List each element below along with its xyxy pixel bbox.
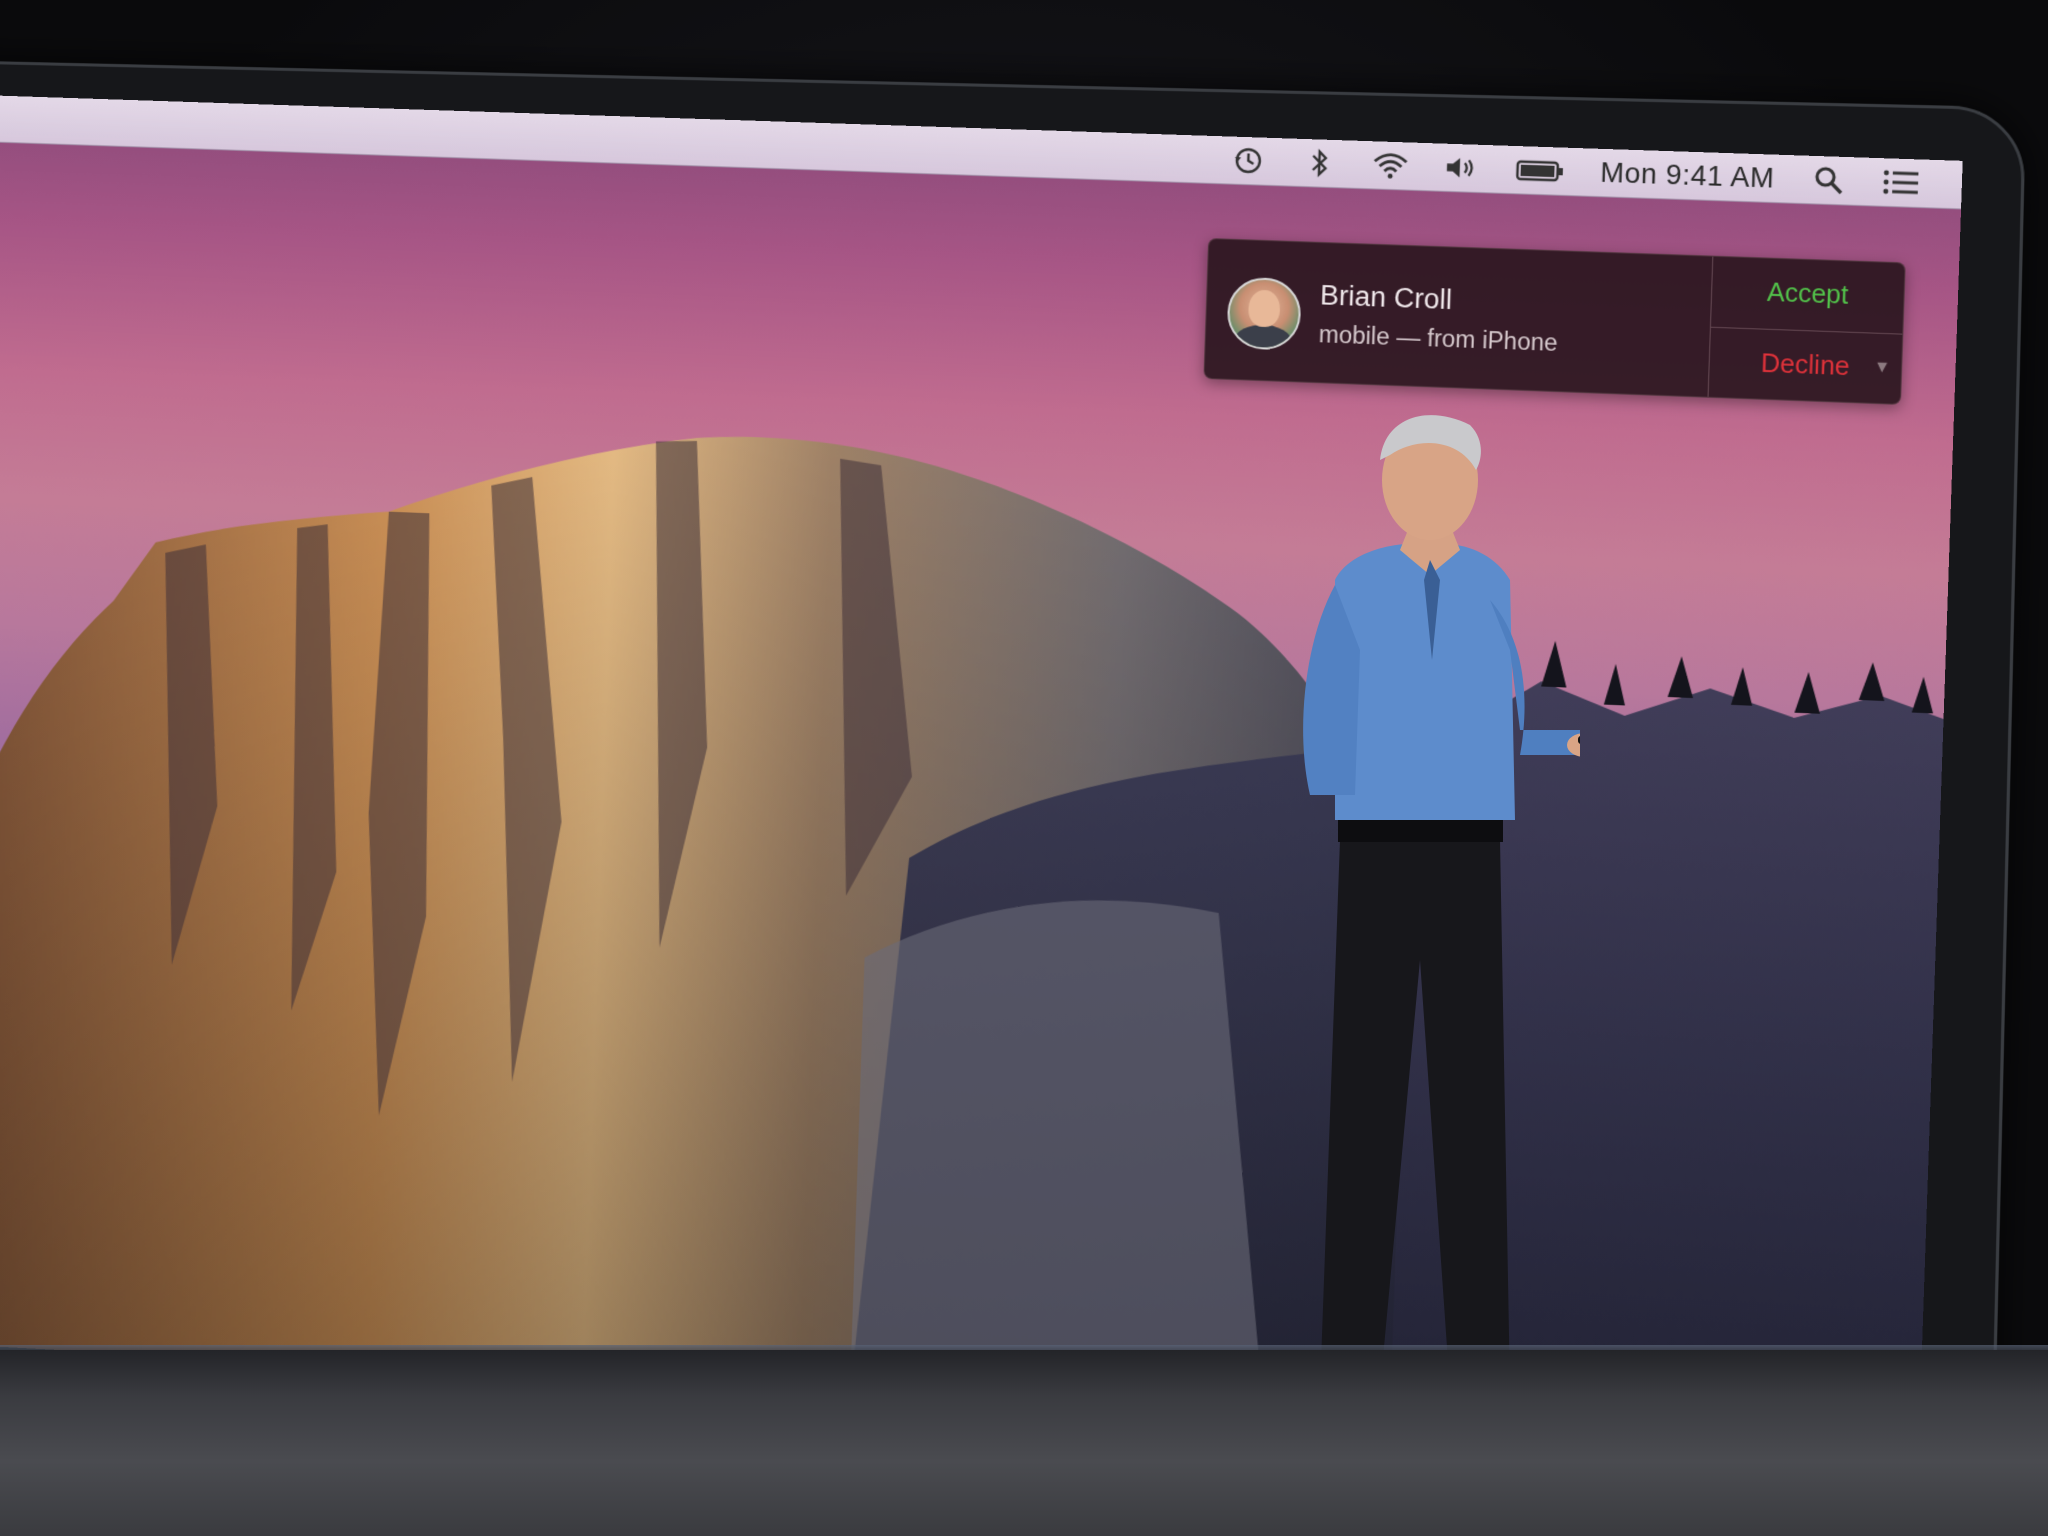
notification-body[interactable]: Brian Croll mobile — from iPhone [1204,239,1712,397]
decline-call-button[interactable]: Decline ▼ [1709,327,1903,404]
presentation-stage: Mon 9:41 AM Brian Croll mobile — from iP… [0,0,2048,1536]
volume-icon[interactable] [1444,150,1481,186]
decline-label: Decline [1760,348,1851,382]
mac-desktop-screen: Mon 9:41 AM Brian Croll mobile — from iP… [0,95,1963,1453]
presenter-figure [1303,415,1580,1414]
time-machine-icon[interactable] [1230,143,1267,179]
wifi-icon[interactable] [1373,147,1410,183]
battery-icon[interactable] [1515,152,1565,189]
notification-actions: Accept Decline ▼ [1707,256,1905,404]
caller-avatar [1226,276,1302,351]
caller-detail: mobile — from iPhone [1318,320,1559,357]
bluetooth-icon[interactable] [1301,145,1338,181]
caller-name: Brian Croll [1319,279,1453,316]
notification-center-icon[interactable] [1882,164,1919,200]
incoming-call-notification[interactable]: Brian Croll mobile — from iPhone Accept … [1203,238,1906,405]
menu-bar-clock[interactable]: Mon 9:41 AM [1600,157,1775,195]
spotlight-search-icon[interactable] [1810,162,1847,198]
stage-floor [0,1350,2048,1536]
accept-call-button[interactable]: Accept [1710,256,1905,335]
chevron-down-icon[interactable]: ▼ [1873,359,1890,378]
